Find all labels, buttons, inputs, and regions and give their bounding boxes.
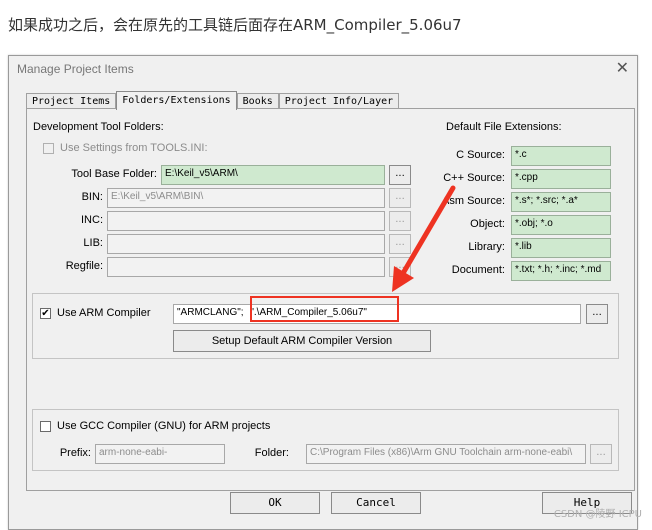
annotation-arrow-icon xyxy=(392,185,456,292)
watermark: CSDN @陵野 ICPU xyxy=(553,509,642,520)
tab-folders-extensions[interactable]: Folders/Extensions xyxy=(116,91,237,110)
